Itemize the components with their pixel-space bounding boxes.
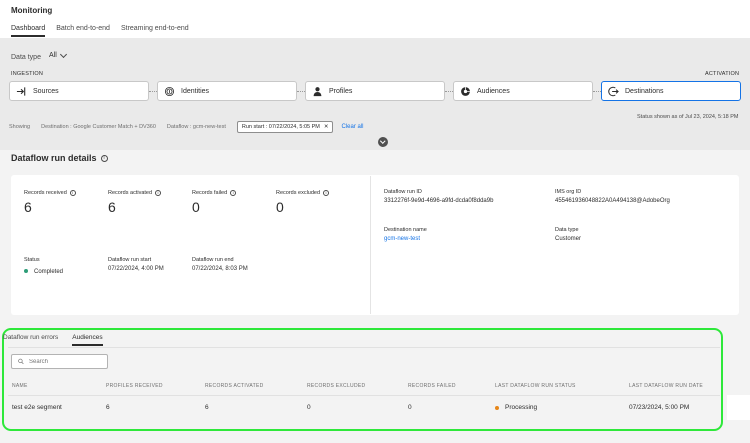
data-type-detail-label: Data type	[555, 227, 579, 233]
audience-name-link[interactable]: test e2e segment	[12, 404, 62, 411]
chevron-down-icon	[380, 138, 386, 144]
records-activated-value: 6	[108, 199, 116, 215]
records-failed-value: 0	[192, 199, 200, 215]
status-value: Completed	[24, 269, 63, 275]
status-dot-icon	[495, 405, 499, 410]
search-input[interactable]	[29, 358, 107, 365]
showing-label: Showing	[9, 124, 31, 130]
section-title: Dataflow run details i	[11, 153, 108, 163]
activation-label: ACTIVATION	[705, 71, 740, 77]
step-identities[interactable]: Identities	[157, 81, 297, 101]
destination-name-label: Destination name	[384, 227, 427, 233]
ims-org-label: IMS org ID	[555, 189, 582, 195]
dataflow-run-details-title: Dataflow run details	[11, 153, 97, 163]
destination-filter: Destination : Google Customer Match + DV…	[41, 124, 156, 130]
records-failed-cell: 0	[408, 404, 412, 411]
step-label: Audiences	[477, 87, 510, 95]
data-type-dropdown[interactable]: All	[49, 50, 67, 59]
step-label: Profiles	[329, 87, 353, 95]
records-activated-label: Records activated i	[108, 190, 162, 196]
divider	[370, 176, 371, 314]
info-icon[interactable]: i	[230, 190, 237, 196]
records-failed-label: Records failed i	[192, 190, 237, 196]
column-header-records-failed[interactable]: RECORDS FAILED	[408, 383, 456, 389]
sources-icon	[16, 86, 26, 96]
chevron-down-icon	[59, 50, 67, 58]
status-dot-icon	[24, 269, 28, 274]
tabs-underline	[8, 347, 720, 348]
step-profiles[interactable]: Profiles	[305, 81, 445, 101]
details-card	[11, 175, 739, 315]
close-icon[interactable]: ✕	[324, 124, 329, 130]
data-type-value: All	[49, 52, 57, 59]
table-divider	[8, 395, 720, 396]
tab-audiences[interactable]: Audiences	[72, 334, 103, 346]
detail-tabs: Dataflow run errors Audiences	[3, 334, 103, 346]
background-strip	[727, 395, 750, 420]
profiles-received-cell: 6	[106, 404, 110, 411]
tab-dataflow-run-errors[interactable]: Dataflow run errors	[3, 334, 58, 346]
ims-org-value: 455461936048822A0A494138@AdobeOrg	[555, 198, 670, 204]
main-tabs: Dashboard Batch end-to-end Streaming end…	[11, 25, 189, 37]
records-activated-cell: 6	[205, 404, 209, 411]
pipeline-connector	[593, 91, 601, 92]
run-id-value: 3312276f-9e9d-4696-a9fd-dcda0f8dda9b	[384, 198, 494, 204]
column-header-records-excluded[interactable]: RECORDS EXCLUDED	[307, 383, 365, 389]
step-label: Destinations	[625, 87, 664, 95]
run-status-cell: Processing	[495, 404, 537, 411]
highlight-box	[2, 328, 723, 431]
collapse-button[interactable]	[378, 137, 388, 147]
step-label: Identities	[181, 87, 210, 95]
destinations-icon	[608, 86, 619, 96]
records-excluded-value: 0	[276, 199, 284, 215]
run-start-value: 07/22/2024, 4:00 PM	[108, 266, 164, 272]
pipeline-connector	[445, 91, 453, 92]
data-type-label: Data type	[11, 54, 41, 61]
run-end-label: Dataflow run end	[192, 257, 234, 263]
status-shown-text: Status shown as of Jul 23, 2024, 5:18 PM	[637, 114, 739, 120]
audiences-icon	[461, 86, 470, 96]
column-header-profiles-received[interactable]: PROFILES RECEIVED	[106, 383, 163, 389]
column-header-name[interactable]: NAME	[12, 383, 28, 389]
run-id-label: Dataflow run ID	[384, 189, 422, 195]
app-title: Monitoring	[11, 6, 53, 15]
search-icon	[18, 358, 24, 365]
run-start-label: Dataflow run start	[108, 257, 152, 263]
pipeline-connector	[149, 91, 157, 92]
step-sources[interactable]: Sources	[9, 81, 149, 101]
run-date-cell: 07/23/2024, 5:00 PM	[629, 404, 690, 411]
filter-row: Showing Destination : Google Customer Ma…	[9, 121, 364, 133]
tab-batch-end-to-end[interactable]: Batch end-to-end	[56, 25, 110, 37]
info-icon[interactable]: i	[100, 154, 108, 162]
data-type-detail-value: Customer	[555, 236, 582, 242]
search-box[interactable]	[11, 354, 108, 369]
column-header-last-run-status[interactable]: LAST DATAFLOW RUN STATUS	[495, 383, 576, 389]
info-icon[interactable]: i	[69, 190, 76, 196]
tab-streaming-end-to-end[interactable]: Streaming end-to-end	[121, 25, 189, 37]
tab-dashboard[interactable]: Dashboard	[11, 25, 46, 37]
info-icon[interactable]: i	[155, 190, 162, 196]
destination-name-link[interactable]: gcm-new-test	[384, 236, 420, 242]
clear-all-link[interactable]: Clear all	[341, 124, 363, 130]
run-start-chip-label: Run start : 07/22/2024, 5:05 PM	[241, 124, 320, 130]
run-end-value: 07/22/2024, 8:03 PM	[192, 266, 248, 272]
column-header-last-run-date[interactable]: LAST DATAFLOW RUN DATE	[629, 383, 703, 389]
records-excluded-cell: 0	[307, 404, 311, 411]
ingestion-label: INGESTION	[11, 71, 44, 77]
dataflow-filter: Dataflow : gcm-new-test	[166, 124, 226, 130]
status-label: Status	[24, 257, 40, 263]
fingerprint-icon	[164, 86, 175, 96]
records-received-value: 6	[24, 199, 32, 215]
step-audiences[interactable]: Audiences	[453, 81, 593, 101]
column-header-records-activated[interactable]: RECORDS ACTIVATED	[205, 383, 264, 389]
pipeline-connector	[297, 91, 305, 92]
step-label: Sources	[33, 87, 59, 95]
user-icon	[313, 86, 322, 96]
info-icon[interactable]: i	[323, 190, 330, 196]
records-excluded-label: Records excluded i	[276, 190, 330, 196]
records-received-label: Records received i	[24, 190, 76, 196]
run-start-chip[interactable]: Run start : 07/22/2024, 5:05 PM ✕	[236, 121, 334, 133]
step-destinations[interactable]: Destinations	[601, 81, 741, 101]
